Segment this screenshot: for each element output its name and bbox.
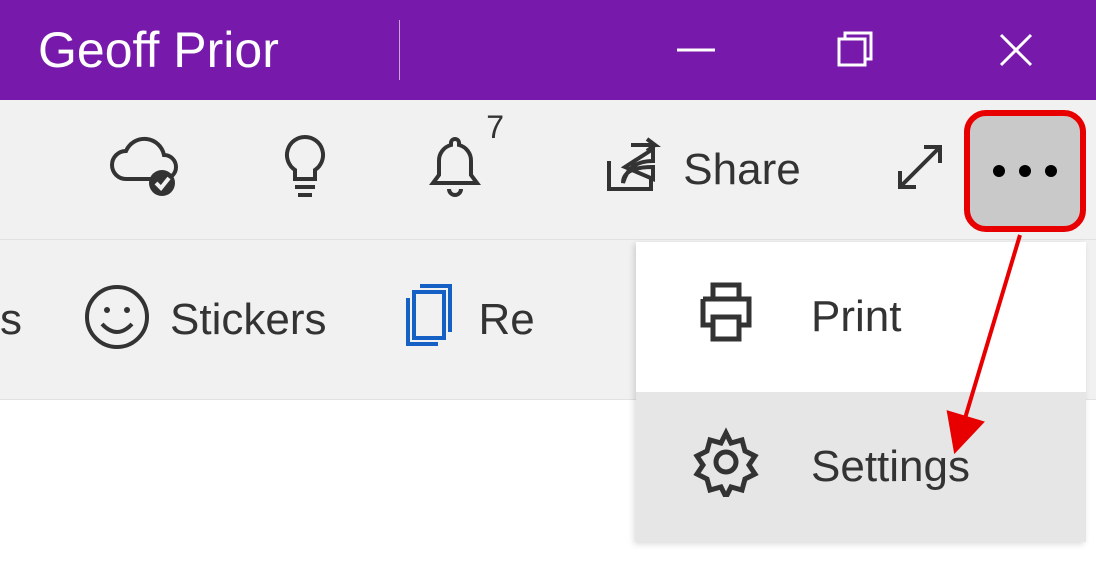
more-options-button[interactable] (964, 110, 1086, 232)
pages-icon (396, 282, 460, 357)
print-label: Print (811, 292, 901, 342)
truncated-label-left: s (0, 295, 22, 345)
print-icon (691, 277, 761, 358)
menu-item-print[interactable]: Print (636, 242, 1086, 392)
menu-item-settings[interactable]: Settings (636, 392, 1086, 542)
window-controls (616, 0, 1096, 100)
share-label: Share (683, 145, 800, 195)
titlebar-divider (399, 20, 400, 80)
cloud-check-icon (106, 135, 184, 204)
stickers-label: Stickers (170, 295, 326, 345)
close-button[interactable] (936, 0, 1096, 100)
ideas-button[interactable] (230, 100, 380, 239)
bell-icon: 7 (426, 131, 484, 208)
maximize-button[interactable] (776, 0, 936, 100)
replay-button[interactable]: Re (396, 240, 534, 399)
toolbar-primary: 7 Share (0, 100, 1096, 240)
notifications-button[interactable]: 7 (380, 100, 530, 239)
share-icon (599, 137, 665, 202)
smiley-icon (82, 282, 152, 357)
more-options-menu: Print Settings (636, 242, 1086, 542)
expand-icon (890, 137, 950, 202)
settings-label: Settings (811, 442, 970, 492)
share-button[interactable]: Share (570, 100, 830, 239)
window-title: Geoff Prior (38, 21, 279, 79)
ellipsis-icon (993, 165, 1005, 177)
stickers-button[interactable]: Stickers (82, 240, 326, 399)
lightbulb-icon (278, 131, 332, 208)
gear-icon (691, 427, 761, 508)
titlebar: Geoff Prior (0, 0, 1096, 100)
minimize-button[interactable] (616, 0, 776, 100)
sync-status-button[interactable] (60, 100, 230, 239)
replay-label-fragment: Re (478, 295, 534, 345)
notification-count-badge: 7 (486, 109, 504, 146)
